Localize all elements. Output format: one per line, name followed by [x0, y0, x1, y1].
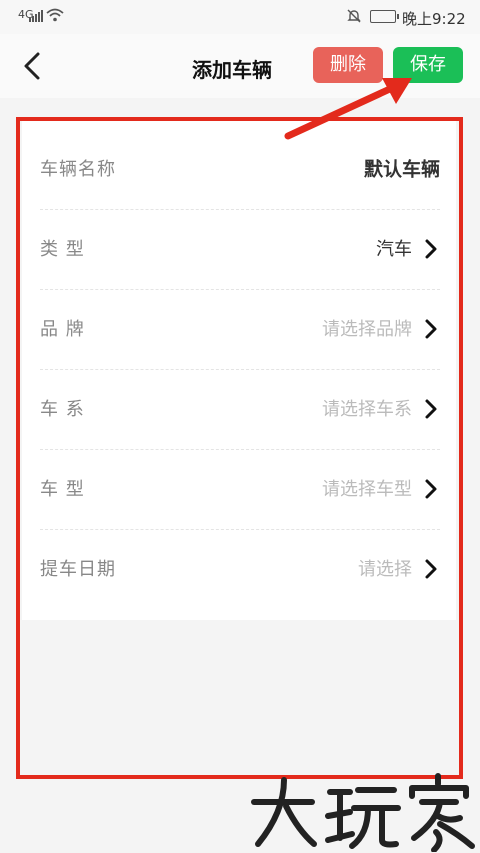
annotation-arrow-icon [284, 78, 412, 140]
notification-muted-icon [347, 9, 361, 23]
annotation-highlight-box [16, 117, 463, 779]
status-time: 晚上9:22 [402, 10, 466, 28]
battery-icon [370, 10, 399, 23]
status-bar: 4G 晚上9:22 [0, 0, 480, 34]
signal-icon [29, 10, 43, 22]
watermark-logo [251, 773, 475, 852]
wifi-icon [46, 8, 64, 22]
